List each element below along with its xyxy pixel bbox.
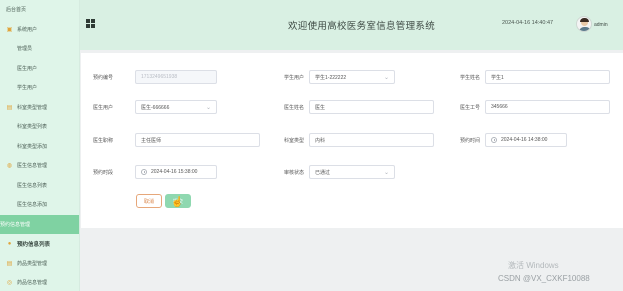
clock-icon bbox=[491, 137, 497, 143]
user-group-icon: ▣ bbox=[6, 26, 13, 33]
doctor-id-field[interactable]: 345666 bbox=[485, 100, 610, 114]
csdn-watermark: CSDN @VX_CXKF10088 bbox=[498, 274, 590, 283]
pill-icon: ◎ bbox=[6, 280, 13, 287]
student-name-field[interactable]: 学生1 bbox=[485, 70, 610, 84]
hand-cursor-icon: ☝ bbox=[171, 197, 184, 208]
appointment-no-field: 1713249651938 bbox=[135, 70, 217, 84]
sidebar-item[interactable]: ▤ 药品类型管理 bbox=[0, 254, 79, 274]
doctor-user-value: 医生-666666 bbox=[141, 104, 170, 111]
avatar[interactable] bbox=[576, 16, 592, 32]
chevron-down-icon: ⌄ bbox=[383, 170, 389, 176]
sidebar-item[interactable]: ▣ 系统用户 bbox=[0, 20, 79, 40]
student-name-label: 学生姓名 bbox=[459, 75, 480, 81]
sidebar-item[interactable]: 医生用户 bbox=[0, 59, 79, 79]
folder-icon: ▤ bbox=[6, 260, 13, 267]
slot-time-label: 预约时段 bbox=[92, 170, 113, 176]
review-status-select[interactable]: 已通过 ⌄ bbox=[309, 165, 395, 179]
sidebar-item-label: 后台首页 bbox=[6, 7, 27, 14]
appointment-no-label: 预约编号 bbox=[92, 75, 113, 81]
clock-icon bbox=[141, 169, 147, 175]
review-status-label: 审核状态 bbox=[283, 170, 304, 176]
sidebar-item-label: 学生用户 bbox=[17, 85, 38, 92]
location-pin-icon: ● bbox=[7, 240, 12, 247]
sidebar-item-label: 药品信息管理 bbox=[17, 280, 48, 287]
doctor-id-label: 医生工号 bbox=[459, 105, 480, 111]
student-user-select[interactable]: 学生1-222222 ⌄ bbox=[309, 70, 395, 84]
appointment-time-value: 2024-04-16 14:38:00 bbox=[501, 137, 548, 143]
student-user-value: 学生1-222222 bbox=[315, 74, 347, 81]
doctor-name-field[interactable]: 医生 bbox=[309, 100, 434, 114]
sidebar-item-label: 药品类型管理 bbox=[17, 260, 48, 267]
sidebar: 后台首页 ▣ 系统用户管理员医生用户学生用户 ▤ 科室类型管理 科室类型列表 科室类型添加 ◍… bbox=[0, 0, 80, 291]
appointment-time-picker[interactable]: 2024-04-16 14:38:00 bbox=[485, 133, 567, 147]
folder-icon: ▤ bbox=[6, 104, 13, 111]
current-datetime: 2024-04-16 14:40:47 bbox=[502, 20, 554, 26]
dept-type-label: 科室类型 bbox=[283, 138, 304, 144]
sidebar-item[interactable]: 管理员 bbox=[0, 39, 79, 59]
sidebar-item-label: 医生信息管理 bbox=[17, 163, 48, 170]
sidebar-item[interactable]: ● 预约信息列表 bbox=[0, 234, 79, 254]
doctor-name-label: 医生姓名 bbox=[283, 105, 304, 111]
sidebar-item-label: 科室类型管理 bbox=[17, 104, 48, 111]
sidebar-item[interactable]: 科室类型列表 bbox=[0, 117, 79, 137]
sidebar-item[interactable]: ◍ 医生信息管理 bbox=[0, 156, 79, 176]
sidebar-item[interactable]: 预约信息管理 bbox=[0, 214, 79, 234]
sidebar-item-label: 系统用户 bbox=[17, 26, 38, 33]
sidebar-item-label: 医生信息列表 bbox=[17, 182, 48, 189]
sidebar-item[interactable]: 后台首页 bbox=[0, 0, 79, 20]
slot-time-value: 2024-04-16 15:38:00 bbox=[151, 169, 198, 175]
appointment-time-label: 预约时间 bbox=[459, 138, 480, 144]
chevron-down-icon: ⌄ bbox=[205, 105, 211, 111]
sidebar-item-label: 管理员 bbox=[17, 46, 33, 53]
sidebar-item-label: 科室类型列表 bbox=[17, 124, 48, 131]
sidebar-item[interactable]: ◎ 药品信息管理 bbox=[0, 273, 79, 291]
site-title: 欢迎使用高校医务室信息管理系统 bbox=[288, 21, 436, 32]
doctor-user-label: 医生用户 bbox=[92, 105, 113, 111]
doctor-title-label: 医生职称 bbox=[92, 138, 113, 144]
chevron-down-icon: ⌄ bbox=[383, 75, 389, 81]
doctor-icon: ◍ bbox=[6, 163, 13, 170]
sidebar-item[interactable]: 医生信息添加 bbox=[0, 195, 79, 215]
doctor-title-field[interactable]: 主任医师 bbox=[135, 133, 260, 147]
sidebar-item-label: 科室类型添加 bbox=[17, 143, 48, 150]
sidebar-item[interactable]: 学生用户 bbox=[0, 78, 79, 98]
slot-time-picker[interactable]: 2024-04-16 15:38:00 bbox=[135, 165, 217, 179]
menu-grid-icon[interactable] bbox=[86, 19, 95, 28]
sidebar-item-label: 医生信息添加 bbox=[17, 202, 48, 209]
dept-type-field[interactable]: 内科 bbox=[309, 133, 434, 147]
student-user-label: 学生用户 bbox=[283, 75, 304, 81]
sidebar-item-label: 预约信息列表 bbox=[17, 241, 51, 248]
doctor-user-select[interactable]: 医生-666666 ⌄ bbox=[135, 100, 217, 114]
sidebar-item-label: 医生用户 bbox=[17, 65, 38, 72]
sidebar-item[interactable]: 医生信息列表 bbox=[0, 176, 79, 196]
review-status-value: 已通过 bbox=[315, 169, 331, 176]
sidebar-item[interactable]: 科室类型添加 bbox=[0, 137, 79, 157]
appointment-form: 预约编号 1713249651938 学生用户 学生1-222222 ⌄ 学生姓… bbox=[81, 53, 623, 228]
cancel-button[interactable]: 取消 bbox=[136, 194, 162, 208]
windows-activation-watermark: 激活 Windows bbox=[508, 261, 559, 270]
sidebar-item-label: 预约信息管理 bbox=[0, 221, 31, 228]
username[interactable]: admin bbox=[594, 22, 608, 28]
top-bar: 欢迎使用高校医务室信息管理系统 2024-04-16 14:40:47 admi… bbox=[80, 0, 623, 50]
sidebar-item[interactable]: ▤ 科室类型管理 bbox=[0, 98, 79, 118]
